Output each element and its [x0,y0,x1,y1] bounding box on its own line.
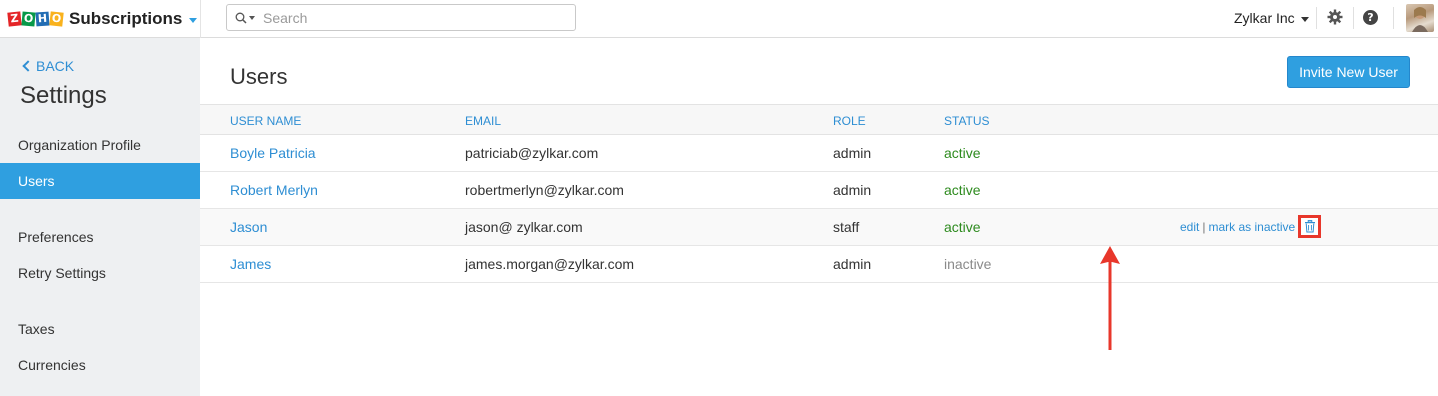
user-status: active [944,182,981,198]
divider [1316,7,1317,29]
chevron-left-icon [22,60,34,72]
avatar-photo [1412,7,1428,32]
delete-user-button[interactable] [1298,215,1321,238]
user-role: admin [833,182,872,198]
top-bar: Z O H O Subscriptions Zylkar Inc [0,0,1438,38]
users-table: USER NAME EMAIL ROLE STATUS Boyle Patric… [200,104,1438,283]
user-name-link[interactable]: Robert Merlyn [230,182,318,198]
page-title: Users [230,64,288,89]
org-name: Zylkar Inc [1234,10,1295,26]
logo-letter: Z [7,11,22,27]
chevron-down-icon [1300,17,1309,22]
user-name-link[interactable]: Boyle Patricia [230,145,316,161]
logo-letter: O [49,11,64,27]
divider [1393,7,1394,29]
user-status: active [944,145,981,161]
user-name-link[interactable]: James [230,256,271,272]
back-label: BACK [36,58,75,74]
trash-icon [1304,220,1315,233]
logo-letter: H [35,11,50,27]
search-box[interactable] [226,4,576,31]
main-content: Users Invite New User USER NAME EMAIL RO… [200,38,1438,396]
divider [200,0,201,38]
table-row: Robert Merlyn robertmerlyn@zylkar.com ad… [200,172,1438,209]
row-actions: edit | mark as inactive [1180,220,1295,234]
search-icon [235,12,247,24]
zoho-logo: Z O H O [7,9,64,29]
table-header: USER NAME EMAIL ROLE STATUS [200,104,1438,135]
sidebar-item-preferences[interactable]: Preferences [0,219,200,255]
org-switcher[interactable]: Zylkar Inc [1234,10,1309,26]
table-row: Jason jason@ zylkar.com staff active edi… [200,209,1438,246]
sidebar-item-taxes[interactable]: Taxes [0,311,200,347]
invite-new-user-button[interactable]: Invite New User [1287,56,1410,88]
column-header-status[interactable]: STATUS [944,114,990,128]
sidebar-item-currencies[interactable]: Currencies [0,347,200,383]
settings-sidebar: BACK Settings Organization Profile Users… [0,38,200,396]
user-email: jason@ zylkar.com [465,219,583,235]
search-scope-dropdown[interactable] [235,12,255,24]
column-header-role[interactable]: ROLE [833,114,866,128]
edit-link[interactable]: edit [1180,220,1199,234]
user-status: active [944,219,981,235]
avatar[interactable] [1406,4,1434,32]
column-header-user-name[interactable]: USER NAME [230,114,301,128]
search-input[interactable] [263,9,563,26]
sidebar-item-users[interactable]: Users [0,163,200,199]
product-switcher[interactable]: Z O H O Subscriptions [7,7,198,31]
back-link[interactable]: BACK [22,58,74,74]
user-email: robertmerlyn@zylkar.com [465,182,624,198]
sidebar-title: Settings [20,82,107,109]
annotation-arrow [1100,246,1120,350]
user-role: admin [833,256,872,272]
gear-icon[interactable] [1327,9,1343,25]
table-row: James james.morgan@zylkar.com admin inac… [200,246,1438,283]
column-header-email[interactable]: EMAIL [465,114,501,128]
chevron-down-icon [249,15,255,20]
user-role: admin [833,145,872,161]
product-name: Subscriptions [69,9,183,28]
divider [1353,7,1354,29]
user-status: inactive [944,256,992,272]
user-role: staff [833,219,860,235]
sidebar-item-retry-settings[interactable]: Retry Settings [0,255,200,291]
action-separator: | [1202,220,1206,234]
sidebar-item-organization-profile[interactable]: Organization Profile [0,127,200,163]
help-icon[interactable]: ? [1363,10,1378,25]
chevron-down-icon [189,18,198,23]
user-email: james.morgan@zylkar.com [465,256,635,272]
mark-as-inactive-link[interactable]: mark as inactive [1208,220,1295,234]
table-row: Boyle Patricia patriciab@zylkar.com admi… [200,135,1438,172]
user-email: patriciab@zylkar.com [465,145,599,161]
user-name-link[interactable]: Jason [230,219,267,235]
logo-letter: O [21,11,36,27]
